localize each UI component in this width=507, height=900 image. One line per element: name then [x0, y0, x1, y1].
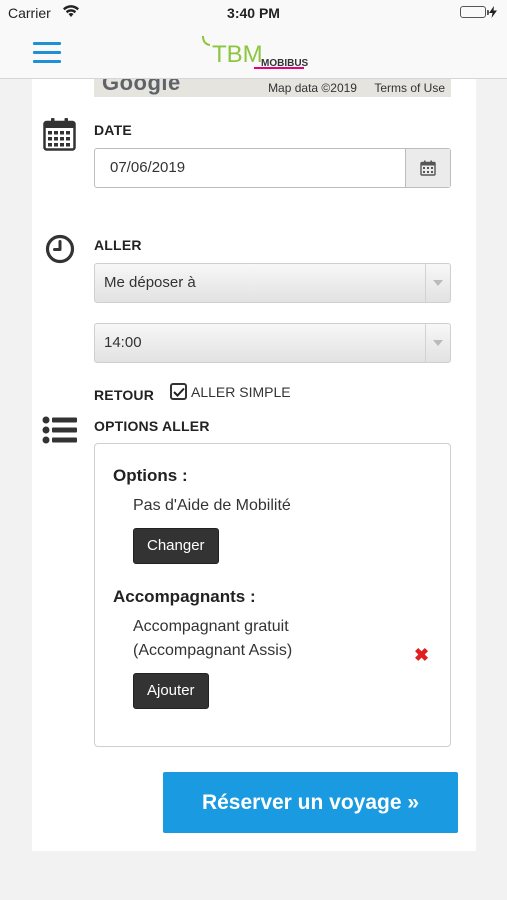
- options-title: Options :: [113, 466, 188, 485]
- aller-label: ALLER: [94, 237, 142, 253]
- date-input[interactable]: 07/06/2019: [95, 149, 405, 187]
- date-label: DATE: [94, 122, 132, 138]
- menu-icon[interactable]: [33, 42, 61, 64]
- clock-icon: [45, 234, 75, 269]
- chevron-down-icon: [425, 324, 450, 362]
- date-picker[interactable]: 07/06/2019: [94, 148, 451, 188]
- options-aller-label: OPTIONS ALLER: [94, 418, 210, 434]
- terms-of-use-link[interactable]: Terms of Use: [374, 81, 445, 95]
- date-picker-button[interactable]: [405, 149, 450, 187]
- list-icon: [42, 415, 78, 450]
- remove-companion-icon[interactable]: ✖: [414, 645, 429, 666]
- charging-bolt-icon: [489, 6, 497, 18]
- google-logo: Google: [102, 79, 181, 95]
- retour-label: RETOUR: [94, 387, 155, 403]
- booking-form: Google Map data ©2019 Terms of Use DATE …: [32, 79, 476, 851]
- reserve-trip-button[interactable]: Réserver un voyage »: [163, 772, 458, 833]
- change-options-button[interactable]: Changer: [133, 528, 219, 564]
- battery-icon: [460, 6, 497, 18]
- time-select[interactable]: 14:00: [94, 323, 451, 363]
- time-value: 14:00: [104, 334, 142, 351]
- checkbox-checked-icon[interactable]: [170, 383, 187, 400]
- companions-title: Accompagnants :: [113, 587, 256, 606]
- status-bar: Carrier 3:40 PM: [0, 0, 507, 28]
- map-data-text: Map data ©2019: [268, 81, 357, 95]
- companion-seat: (Accompagnant Assis): [133, 642, 293, 659]
- app-header: TBM MOBIBUS: [0, 28, 507, 79]
- logo-text: TBM: [212, 41, 263, 68]
- aller-simple-label: ALLER SIMPLE: [191, 383, 291, 400]
- calendar-icon: [43, 117, 76, 156]
- options-panel: Options : Pas d'Aide de Mobilité Changer…: [94, 443, 451, 747]
- drop-mode-value: Me déposer à: [104, 274, 196, 291]
- mobility-option-value: Pas d'Aide de Mobilité: [133, 497, 291, 514]
- companion-item: Accompagnant gratuit (Accompagnant Assis…: [133, 615, 292, 663]
- chevron-down-icon: [425, 264, 450, 302]
- drop-mode-select[interactable]: Me déposer à: [94, 263, 451, 303]
- aller-simple-checkbox[interactable]: ALLER SIMPLE: [170, 383, 291, 400]
- tbm-mobibus-logo: TBM MOBIBUS: [198, 32, 310, 74]
- add-companion-button[interactable]: Ajouter: [133, 673, 209, 709]
- calendar-small-icon: [420, 160, 436, 176]
- map-attribution: Map data ©2019 Terms of Use: [254, 81, 445, 95]
- map-view[interactable]: Google Map data ©2019 Terms of Use: [94, 79, 451, 97]
- clock-time: 3:40 PM: [227, 5, 280, 21]
- companion-type: Accompagnant gratuit: [133, 618, 289, 635]
